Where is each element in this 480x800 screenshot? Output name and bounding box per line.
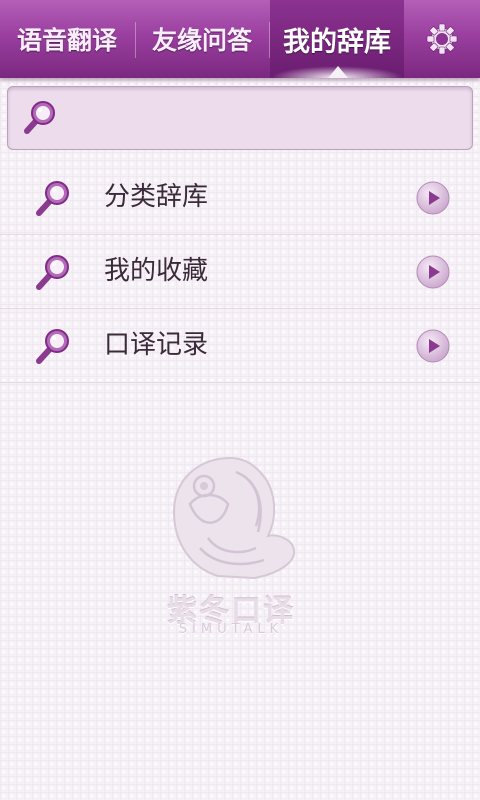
active-tab-indicator [328,66,348,78]
list-item-favorites[interactable]: 我的收藏 [0,235,480,309]
magnifier-icon [24,101,55,134]
top-tab-bar: 语音翻译 友缘问答 我的辞库 [0,0,480,78]
dictionary-menu-list: 分类辞库 我的收藏 口译记录 [0,161,480,383]
magnifier-icon [36,329,69,364]
owl-mascot-logo [172,456,296,580]
play-arrow-icon[interactable] [415,328,451,364]
magnifier-icon [36,255,69,290]
play-arrow-icon[interactable] [415,254,451,290]
tab-voice-translation[interactable]: 语音翻译 [0,0,134,78]
list-item-label: 我的收藏 [104,256,209,286]
search-input[interactable] [64,95,464,141]
list-item-interpretation-history[interactable]: 口译记录 [0,309,480,383]
gear-icon [426,23,458,55]
search-bar[interactable] [7,86,473,150]
magnifier-icon [36,181,69,216]
list-item-category-dictionary[interactable]: 分类辞库 [0,161,480,235]
watermark-title-en: SIMUTALK [178,622,284,637]
play-arrow-icon[interactable] [415,180,451,216]
list-item-label: 口译记录 [104,330,209,360]
tab-qa[interactable]: 友缘问答 [136,0,268,78]
settings-button[interactable] [404,0,480,78]
list-item-label: 分类辞库 [104,182,209,212]
